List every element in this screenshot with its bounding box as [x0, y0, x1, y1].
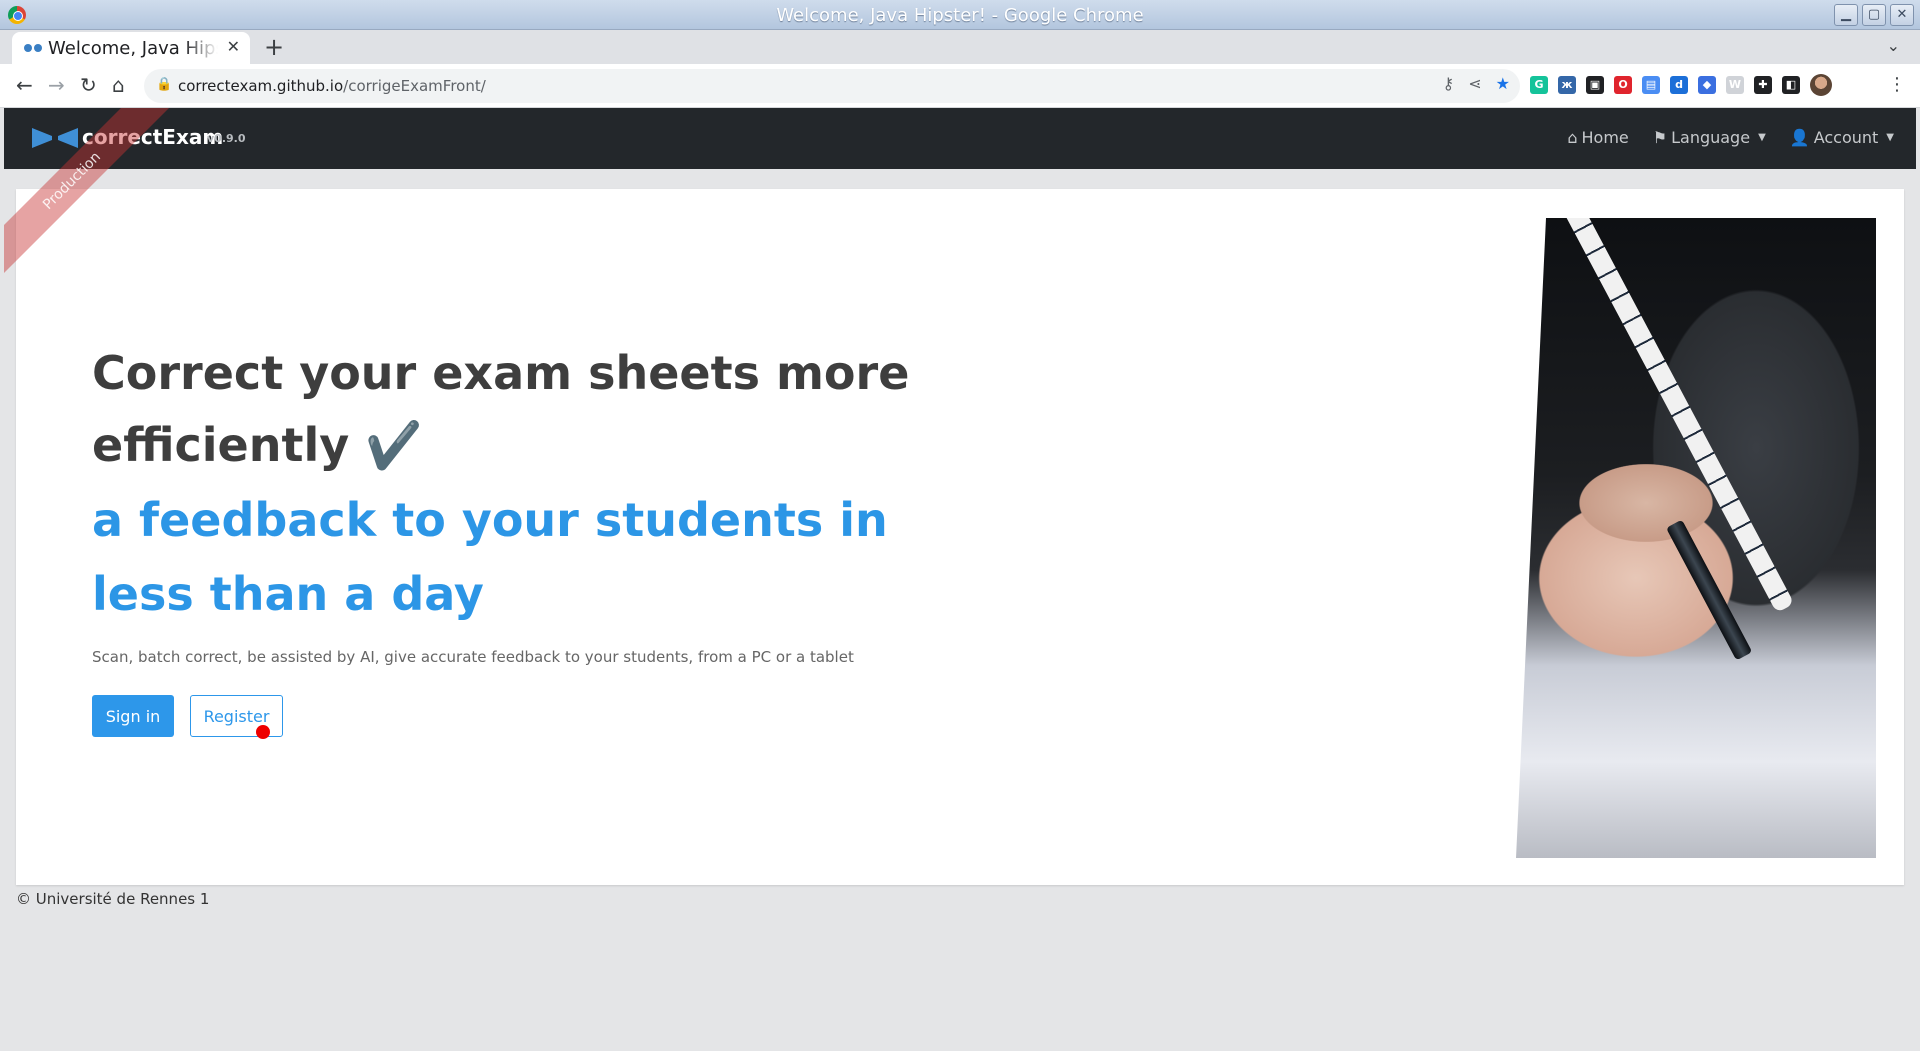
hero-title-text: Correct your exam sheets more efficientl…	[92, 346, 910, 472]
nav-language-label: Language	[1671, 128, 1751, 147]
caret-down-icon: ▼	[1886, 132, 1894, 143]
close-window-button[interactable]: ✕	[1890, 4, 1914, 26]
profile-avatar[interactable]	[1810, 74, 1832, 96]
home-icon: ⌂	[1567, 128, 1578, 147]
back-button[interactable]: ←	[16, 73, 33, 97]
nav-account-dropdown[interactable]: 👤 Account ▼	[1790, 128, 1894, 147]
browser-toolbar: ← → ↻ ⌂ 🔒 correctexam.github.io/corrigeE…	[0, 64, 1920, 108]
browser-tab[interactable]: Welcome, Java Hipster! ✕	[12, 32, 250, 64]
hero-title: Correct your exam sheets more efficientl…	[92, 337, 952, 481]
footer-copyright: © Université de Rennes 1	[16, 890, 210, 908]
translate-icon[interactable]: ж	[1558, 76, 1576, 94]
share-icon[interactable]: ⋖	[1468, 74, 1481, 93]
hero-subtitle: a feedback to your students in less than…	[92, 493, 888, 621]
minimize-button[interactable]: ▁	[1834, 4, 1858, 26]
nav-language-dropdown[interactable]: ⚑ Language ▼	[1653, 128, 1766, 147]
lock-icon[interactable]: 🔒	[156, 77, 172, 92]
maximize-button[interactable]: ▢	[1862, 4, 1886, 26]
nav-home-label: Home	[1581, 128, 1629, 147]
incognito-ext-icon[interactable]: ▣	[1586, 76, 1604, 94]
bowtie-logo-icon[interactable]	[32, 128, 78, 150]
app-navbar: correctExam v0.9.0 ⌂ Home ⚑ Language ▼ 👤…	[4, 108, 1916, 169]
reload-button[interactable]: ↻	[80, 73, 97, 97]
home-button[interactable]: ⌂	[112, 73, 125, 97]
layers-icon[interactable]: ◆	[1698, 76, 1716, 94]
sign-in-button[interactable]: Sign in	[92, 695, 174, 737]
url-text[interactable]: correctexam.github.io/corrigeExamFront/	[178, 77, 486, 95]
puzzle-icon[interactable]: ✚	[1754, 76, 1772, 94]
nav-home[interactable]: ⌂ Home	[1567, 128, 1628, 147]
bookmark-star-icon[interactable]: ★	[1496, 74, 1510, 93]
home-card: Correct your exam sheets more efficientl…	[16, 189, 1904, 885]
tab-strip: Welcome, Java Hipster! ✕ + ⌄	[0, 30, 1920, 64]
brand-name[interactable]: correctExam	[82, 125, 223, 149]
word-icon[interactable]: W	[1726, 76, 1744, 94]
tab-title: Welcome, Java Hipster!	[48, 38, 218, 59]
check-mark-icon: ✔️	[365, 418, 423, 472]
address-bar[interactable]: 🔒 correctexam.github.io/corrigeExamFront…	[144, 69, 1520, 103]
opera-icon[interactable]: O	[1614, 76, 1632, 94]
tab-search-icon[interactable]: ⌄	[1887, 36, 1900, 55]
new-tab-button[interactable]: +	[264, 33, 284, 61]
chrome-menu-icon[interactable]: ⋮	[1888, 74, 1906, 95]
brand-version: v0.9.0	[207, 132, 246, 145]
hand-writing-photo	[1516, 218, 1876, 858]
window-titlebar: Welcome, Java Hipster! - Google Chrome ▁…	[0, 0, 1920, 30]
password-key-icon[interactable]: ⚷	[1443, 74, 1455, 93]
forward-button[interactable]: →	[48, 73, 65, 97]
flag-icon: ⚑	[1652, 128, 1668, 147]
sidepanel-icon[interactable]: ◧	[1782, 76, 1800, 94]
user-icon: 👤	[1789, 128, 1810, 147]
mouse-cursor-marker	[256, 725, 270, 739]
dict-icon[interactable]: d	[1670, 76, 1688, 94]
nav-account-label: Account	[1813, 128, 1879, 147]
hero-description: Scan, batch correct, be assisted by AI, …	[92, 648, 854, 666]
pen-body	[1556, 218, 1795, 613]
caret-down-icon: ▼	[1758, 132, 1766, 143]
grammarly-icon[interactable]: G	[1530, 76, 1548, 94]
docs-icon[interactable]: ▤	[1642, 76, 1660, 94]
tab-close-icon[interactable]: ✕	[227, 37, 240, 56]
site-favicon-icon	[24, 43, 42, 53]
window-title: Welcome, Java Hipster! - Google Chrome	[776, 5, 1144, 26]
